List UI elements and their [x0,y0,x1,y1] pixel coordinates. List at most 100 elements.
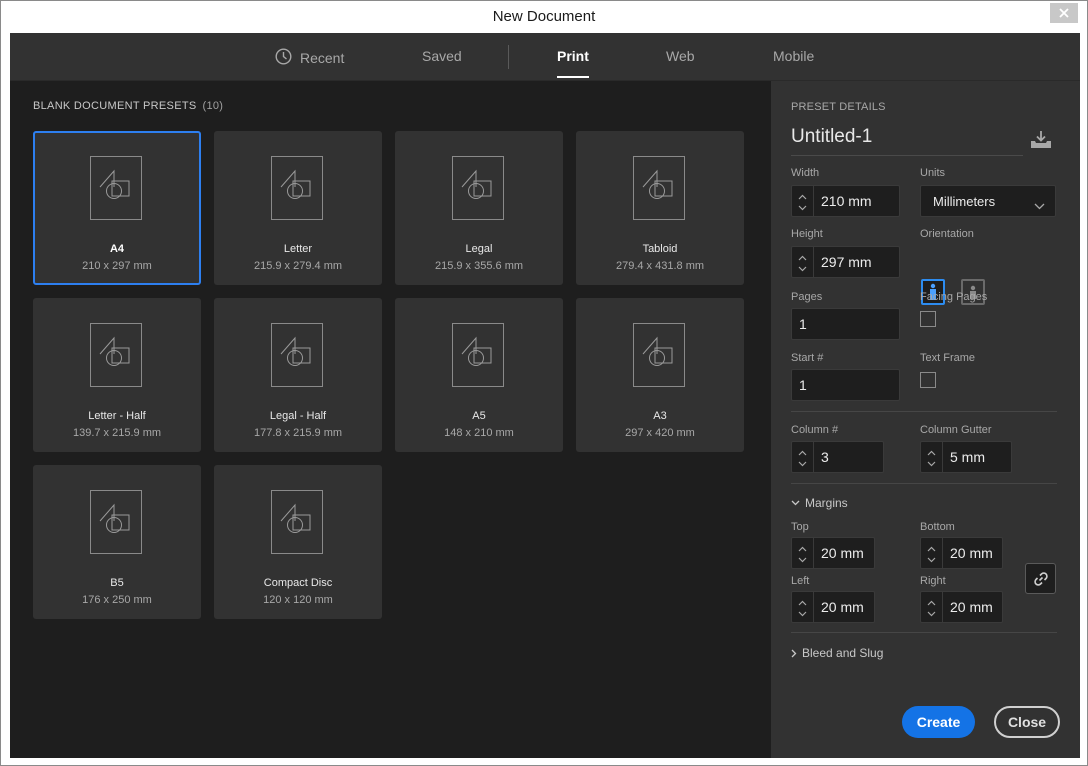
link-margins-icon[interactable] [1025,563,1056,594]
height-label: Height [791,228,823,240]
preset-size: 210 x 297 mm [82,260,152,272]
right-margin-value[interactable]: 20 mm [943,599,993,615]
preset-name: Legal [465,243,493,255]
start-field[interactable]: 1 [791,369,900,401]
column-count-value[interactable]: 3 [814,449,829,465]
tab-mobile[interactable]: Mobile [773,48,814,64]
height-stepper[interactable] [792,247,814,277]
width-field[interactable]: 210 mm [791,185,900,217]
bottom-margin-field[interactable]: 20 mm [920,537,1003,569]
start-value[interactable]: 1 [792,377,807,393]
chevron-down-icon[interactable] [798,201,807,212]
chevron-down-icon[interactable] [798,262,807,273]
create-button[interactable]: Create [902,706,975,738]
close-x-icon[interactable] [1050,3,1078,23]
preset-size: 215.9 x 279.4 mm [253,260,343,272]
top-margin-label: Top [791,521,809,533]
column-count-field[interactable]: 3 [791,441,884,473]
clock-icon [275,48,292,68]
document-preset-icon [633,323,685,387]
preset-card-legal[interactable]: Legal 215.9 x 355.6 mm [395,131,563,285]
tab-web[interactable]: Web [666,48,695,64]
preset-details-panel: PRESET DETAILS Untitled-1 Width 210 mm U… [771,81,1080,758]
document-preset-icon [90,490,142,554]
chevron-up-icon[interactable] [798,542,807,553]
right-margin-field[interactable]: 20 mm [920,591,1003,623]
chevron-up-icon[interactable] [798,596,807,607]
facing-pages-checkbox[interactable] [920,311,936,327]
chevron-down-icon[interactable] [927,457,936,468]
column-gutter-value[interactable]: 5 mm [943,449,985,465]
chevron-down-icon[interactable] [927,607,936,618]
units-select[interactable]: Millimeters [920,185,1056,217]
presets-title-text: BLANK DOCUMENT PRESETS [33,100,197,112]
orientation-label: Orientation [920,228,974,240]
tab-saved[interactable]: Saved [422,48,462,64]
width-stepper[interactable] [792,186,814,216]
margins-toggle[interactable]: Margins [791,496,848,510]
preset-size: 176 x 250 mm [82,594,152,606]
document-preset-icon [271,490,323,554]
chevron-down-icon[interactable] [927,553,936,564]
preset-card-a5[interactable]: A5 148 x 210 mm [395,298,563,452]
text-frame-checkbox[interactable] [920,372,936,388]
preset-card-a4[interactable]: A4 210 x 297 mm [33,131,201,285]
preset-card-a3[interactable]: A3 297 x 420 mm [576,298,744,452]
document-preset-icon [271,323,323,387]
left-margin-field[interactable]: 20 mm [791,591,875,623]
chevron-up-icon[interactable] [798,190,807,201]
close-button[interactable]: Close [994,706,1060,738]
bleed-slug-toggle[interactable]: Bleed and Slug [791,646,883,660]
presets-count: (10) [202,100,224,112]
tab-print[interactable]: Print [557,48,589,78]
column-gutter-label: Column Gutter [920,424,992,436]
chevron-up-icon[interactable] [927,446,936,457]
preset-name: A5 [472,410,486,422]
bottom-margin-value[interactable]: 20 mm [943,545,993,561]
right-margin-stepper[interactable] [921,592,943,622]
tab-mobile-label: Mobile [773,48,815,64]
tab-recent-label: Recent [300,50,345,66]
chevron-up-icon[interactable] [927,542,936,553]
preset-size: 139.7 x 215.9 mm [72,427,162,439]
preset-card-letter-half[interactable]: Letter - Half 139.7 x 215.9 mm [33,298,201,452]
preset-card-compact-disc[interactable]: Compact Disc 120 x 120 mm [214,465,382,619]
document-preset-icon [633,156,685,220]
tab-print-label: Print [557,48,589,64]
bottom-margin-stepper[interactable] [921,538,943,568]
pages-value[interactable]: 1 [792,316,807,332]
left-margin-value[interactable]: 20 mm [814,599,864,615]
top-margin-value[interactable]: 20 mm [814,545,864,561]
pages-label: Pages [791,291,823,303]
new-document-dialog: New Document Recent Saved Print Web Mobi… [0,0,1088,766]
tab-recent[interactable]: Recent [275,48,344,68]
facing-pages-label: Facing Pages [920,291,988,303]
height-value[interactable]: 297 mm [814,254,872,270]
chevron-down-icon[interactable] [798,553,807,564]
pages-field[interactable]: 1 [791,308,900,340]
save-preset-icon[interactable] [1030,129,1052,154]
document-name-input[interactable]: Untitled-1 [791,126,1023,156]
chevron-down-icon[interactable] [798,457,807,468]
chevron-up-icon[interactable] [927,596,936,607]
chevron-up-icon[interactable] [798,251,807,262]
column-count-stepper[interactable] [792,442,814,472]
top-margin-stepper[interactable] [792,538,814,568]
top-margin-field[interactable]: 20 mm [791,537,875,569]
column-gutter-field[interactable]: 5 mm [920,441,1012,473]
units-value: Millimeters [933,194,996,209]
chevron-down-icon[interactable] [798,607,807,618]
preset-card-legal-half[interactable]: Legal - Half 177.8 x 215.9 mm [214,298,382,452]
preset-card-b5[interactable]: B5 176 x 250 mm [33,465,201,619]
column-gutter-stepper[interactable] [921,442,943,472]
bottom-margin-label: Bottom [920,521,955,533]
chevron-up-icon[interactable] [798,446,807,457]
preset-size: 279.4 x 431.8 mm [615,260,705,272]
preset-card-tabloid[interactable]: Tabloid 279.4 x 431.8 mm [576,131,744,285]
left-margin-stepper[interactable] [792,592,814,622]
preset-card-letter[interactable]: Letter 215.9 x 279.4 mm [214,131,382,285]
tab-web-label: Web [666,48,695,64]
height-field[interactable]: 297 mm [791,246,900,278]
width-value[interactable]: 210 mm [814,193,872,209]
preset-name: Letter - Half [88,410,146,422]
